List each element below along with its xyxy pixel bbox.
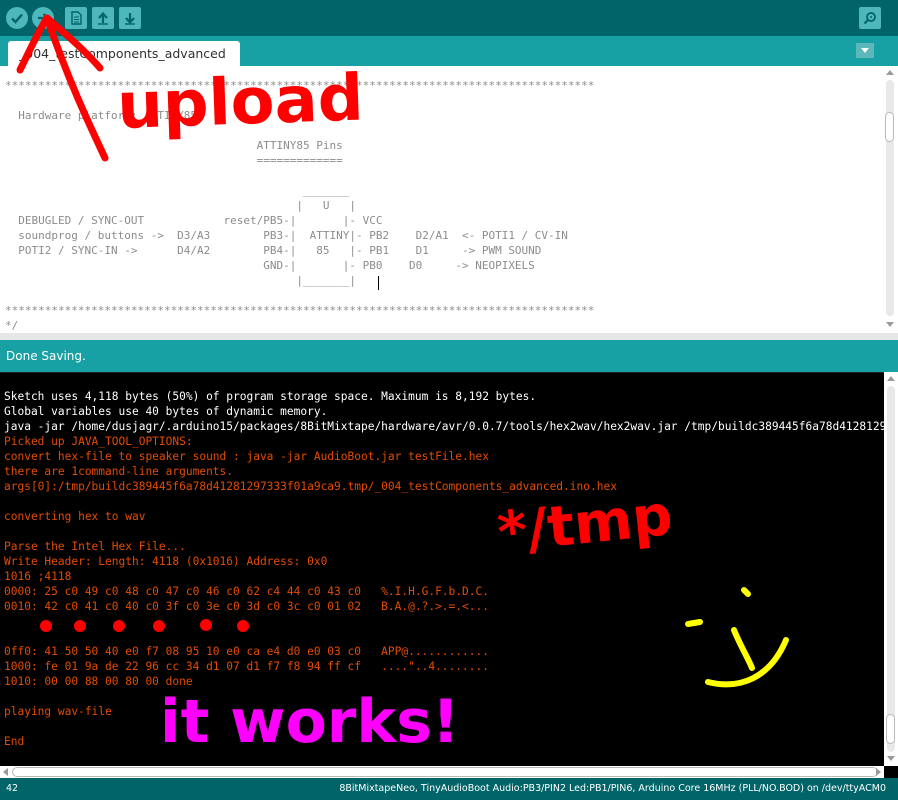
console-line: 0ff0: 41 50 50 40 e0 f7 08 95 10 e0 ca e… xyxy=(4,645,489,658)
console-line: 1016 ;4118 xyxy=(4,570,72,583)
editor-text[interactable]: ****************************************… xyxy=(5,78,594,333)
console-line: End xyxy=(4,735,25,748)
magnifier-icon xyxy=(863,12,876,25)
upload-button[interactable] xyxy=(32,7,54,29)
tab-sketch[interactable]: _004_testComponents_advanced xyxy=(8,41,240,66)
console-line: 1000: fe 01 9a de 22 96 cc 34 d1 07 d1 f… xyxy=(4,660,489,673)
console-line: Global variables use 40 bytes of dynamic… xyxy=(4,405,328,418)
console-output[interactable]: Sketch uses 4,118 bytes (50%) of program… xyxy=(0,372,898,779)
console-line: convert hex-file to speaker sound : java… xyxy=(4,450,489,463)
console-line: Parse the Intel Hex File... xyxy=(4,540,186,553)
new-button[interactable] xyxy=(65,7,87,29)
line-number: 42 xyxy=(6,783,19,794)
console-line: Picked up JAVA_TOOL_OPTIONS: xyxy=(4,435,193,448)
console-line: args[0]:/tmp/buildc389445f6a78d412812973… xyxy=(4,480,617,493)
console-hscroll-thumb[interactable] xyxy=(12,767,878,777)
tab-bar: _004_testComponents_advanced xyxy=(0,36,898,66)
console-line: playing wav-file xyxy=(4,705,112,718)
scroll-left-icon[interactable] xyxy=(3,768,8,776)
console-scrollbar[interactable] xyxy=(884,372,898,766)
code-editor[interactable]: ****************************************… xyxy=(0,66,898,333)
checkmark-icon xyxy=(11,13,23,24)
console-line: Write Header: Length: 4118 (0x1016) Addr… xyxy=(4,555,328,568)
arrow-down-icon xyxy=(125,13,135,25)
console-line: 0010: 42 c0 41 c0 40 c0 3f c0 3e c0 3d c… xyxy=(4,600,489,613)
editor-scroll-thumb[interactable] xyxy=(885,112,894,142)
console-line: 1010: 00 00 88 00 80 00 done xyxy=(4,675,193,688)
pane-divider[interactable] xyxy=(0,333,898,340)
board-info: 8BitMixtapeNeo, TinyAudioBoot Audio:PB3/… xyxy=(339,783,886,794)
console-scroll-thumb[interactable] xyxy=(886,714,895,744)
console-horizontal-scrollbar[interactable] xyxy=(0,766,884,778)
chevron-down-icon xyxy=(861,48,869,53)
scroll-down-icon[interactable] xyxy=(886,322,894,327)
console-scroll-up-icon[interactable] xyxy=(887,376,895,381)
arrow-up-icon xyxy=(98,11,108,25)
footer-bar: 42 8BitMixtapeNeo, TinyAudioBoot Audio:P… xyxy=(0,778,898,800)
editor-scrollbar[interactable] xyxy=(884,66,896,333)
status-bar: Done Saving. xyxy=(0,340,898,372)
status-message: Done Saving. xyxy=(6,349,86,363)
verify-button[interactable] xyxy=(6,7,28,29)
console-line: there are 1command-line arguments. xyxy=(4,465,234,478)
save-button[interactable] xyxy=(119,7,141,29)
console-line: 0000: 25 c0 49 c0 48 c0 47 c0 46 c0 62 c… xyxy=(4,585,489,598)
toolbar xyxy=(0,0,898,36)
console-line: java -jar /home/dusjagr/.arduino15/packa… xyxy=(4,420,884,433)
open-button[interactable] xyxy=(92,7,114,29)
console-lines: Sketch uses 4,118 bytes (50%) of program… xyxy=(4,389,884,749)
console-line: converting hex to wav xyxy=(4,510,146,523)
scroll-right-icon[interactable] xyxy=(876,768,881,776)
arrow-right-icon xyxy=(38,13,50,23)
console-scroll-down-icon[interactable] xyxy=(887,756,895,761)
console-line: Sketch uses 4,118 bytes (50%) of program… xyxy=(4,390,537,403)
serial-monitor-button[interactable] xyxy=(859,7,881,29)
text-cursor xyxy=(378,276,379,290)
scroll-up-icon[interactable] xyxy=(886,70,894,75)
tab-menu-button[interactable] xyxy=(856,43,874,58)
new-file-icon xyxy=(71,11,82,25)
